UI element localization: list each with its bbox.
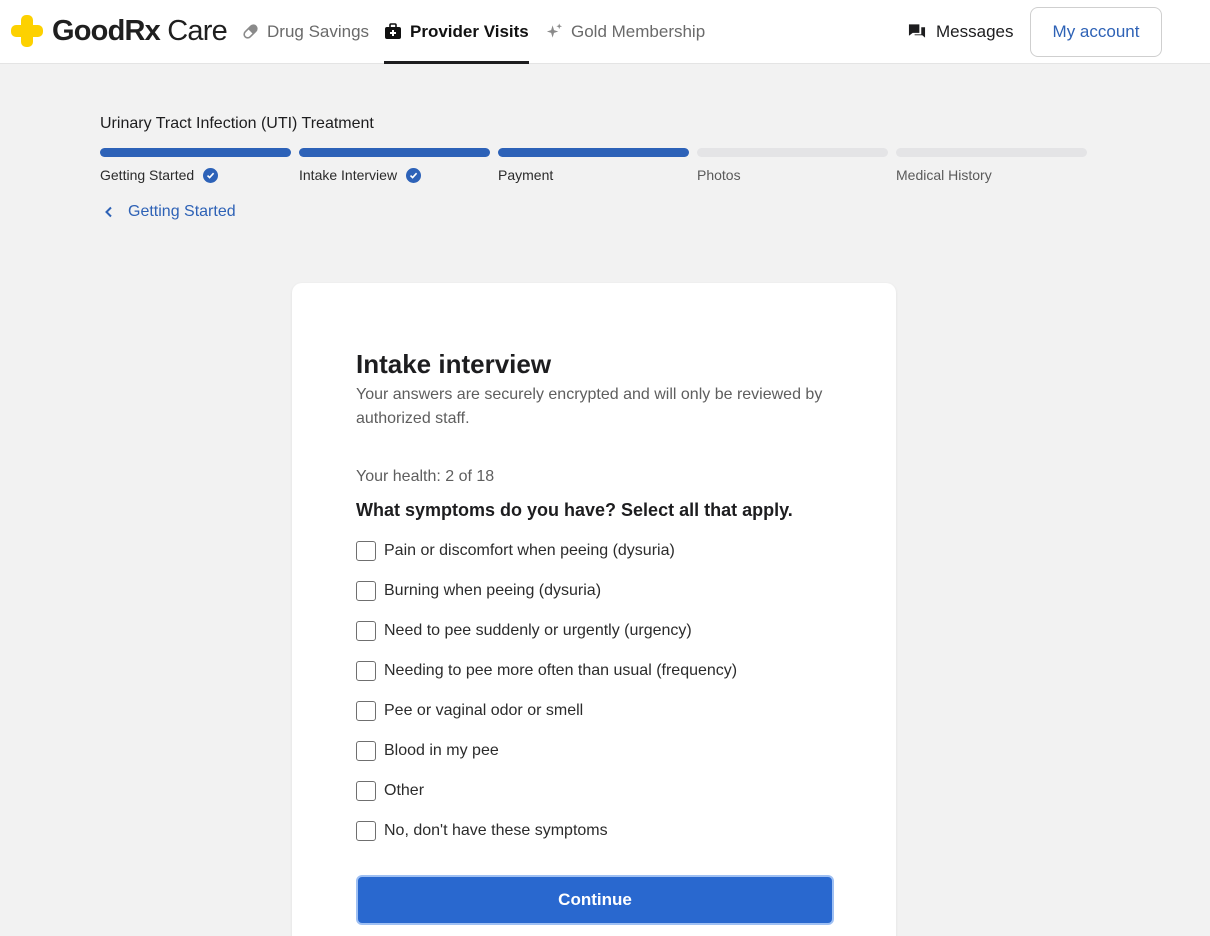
intake-card: Intake interview Your answers are secure… bbox=[292, 283, 896, 936]
goodrx-care-logo[interactable]: GoodRx Care bbox=[10, 14, 228, 48]
back-link[interactable]: Getting Started bbox=[100, 203, 236, 221]
option-label: No, don't have these symptoms bbox=[384, 822, 608, 839]
check-circle-icon bbox=[406, 167, 422, 183]
step-label: Payment bbox=[498, 167, 554, 183]
step-medical-history: Medical History bbox=[896, 148, 1087, 183]
symptom-option[interactable]: Needing to pee more often than usual (fr… bbox=[356, 651, 834, 691]
top-navigation-bar: GoodRx Care Drug Savings Provider Visits… bbox=[0, 0, 1210, 64]
checkbox[interactable] bbox=[356, 581, 376, 601]
question-progress: Your health: 2 of 18 bbox=[356, 468, 495, 485]
symptom-option[interactable]: Blood in my pee bbox=[356, 731, 834, 771]
question-text: What symptoms do you have? Select all th… bbox=[356, 500, 793, 520]
step-label: Medical History bbox=[896, 167, 992, 183]
option-label: Burning when peeing (dysuria) bbox=[384, 582, 602, 599]
check-circle-icon bbox=[203, 167, 219, 183]
symptom-option[interactable]: No, don't have these symptoms bbox=[356, 811, 834, 851]
checkbox[interactable] bbox=[356, 741, 376, 761]
nav-gold-membership-label: Gold Membership bbox=[571, 21, 706, 41]
nav-messages[interactable]: Messages bbox=[908, 0, 1013, 63]
symptom-option[interactable]: Pain or discomfort when peeing (dysuria) bbox=[356, 531, 834, 571]
symptom-option[interactable]: Pee or vaginal odor or smell bbox=[356, 691, 834, 731]
option-label: Pee or vaginal odor or smell bbox=[384, 702, 584, 719]
nav-provider-visits-label: Provider Visits bbox=[410, 21, 529, 41]
step-payment: Payment bbox=[498, 148, 689, 183]
nav-provider-visits[interactable]: Provider Visits bbox=[384, 0, 529, 64]
card-subtitle: Your answers are securely encrypted and … bbox=[356, 386, 823, 427]
chat-bubbles-icon bbox=[908, 23, 926, 41]
sparkle-icon bbox=[545, 23, 563, 41]
chevron-left-icon bbox=[105, 206, 112, 218]
checkbox[interactable] bbox=[356, 821, 376, 841]
step-label: Photos bbox=[697, 167, 741, 183]
step-label: Intake Interview bbox=[299, 167, 398, 183]
nav-drug-savings[interactable]: Drug Savings bbox=[241, 0, 369, 63]
option-label: Blood in my pee bbox=[384, 742, 499, 759]
checkbox[interactable] bbox=[356, 701, 376, 721]
brand-name: GoodRx Care bbox=[52, 15, 228, 47]
symptom-option[interactable]: Other bbox=[356, 771, 834, 811]
option-label: Needing to pee more often than usual (fr… bbox=[384, 662, 738, 679]
symptom-option[interactable]: Need to pee suddenly or urgently (urgenc… bbox=[356, 611, 834, 651]
continue-button[interactable]: Continue bbox=[356, 875, 834, 925]
back-link-label: Getting Started bbox=[128, 203, 236, 220]
checkbox[interactable] bbox=[356, 621, 376, 641]
option-label: Pain or discomfort when peeing (dysuria) bbox=[384, 542, 675, 559]
nav-gold-membership[interactable]: Gold Membership bbox=[545, 0, 705, 63]
option-label: Other bbox=[384, 782, 425, 799]
nav-messages-label: Messages bbox=[936, 21, 1014, 41]
step-intake-interview: Intake Interview bbox=[299, 148, 490, 183]
step-bar bbox=[697, 148, 888, 157]
flow-title: Urinary Tract Infection (UTI) Treatment bbox=[100, 115, 374, 132]
step-bar bbox=[498, 148, 689, 157]
checkbox[interactable] bbox=[356, 541, 376, 561]
medical-bag-icon bbox=[384, 23, 402, 41]
card-title: Intake interview bbox=[356, 349, 552, 379]
step-bar bbox=[896, 148, 1087, 157]
symptom-option[interactable]: Burning when peeing (dysuria) bbox=[356, 571, 834, 611]
my-account-button[interactable]: My account bbox=[1030, 7, 1162, 57]
pill-icon bbox=[241, 23, 259, 41]
symptom-options: Pain or discomfort when peeing (dysuria)… bbox=[356, 531, 834, 851]
step-photos: Photos bbox=[697, 148, 888, 183]
checkbox[interactable] bbox=[356, 781, 376, 801]
step-getting-started: Getting Started bbox=[100, 148, 291, 183]
checkbox[interactable] bbox=[356, 661, 376, 681]
step-bar bbox=[100, 148, 291, 157]
goodrx-plus-icon bbox=[10, 14, 44, 48]
nav-drug-savings-label: Drug Savings bbox=[267, 21, 370, 41]
step-label: Getting Started bbox=[100, 167, 195, 183]
step-bar bbox=[299, 148, 490, 157]
option-label: Need to pee suddenly or urgently (urgenc… bbox=[384, 622, 692, 639]
